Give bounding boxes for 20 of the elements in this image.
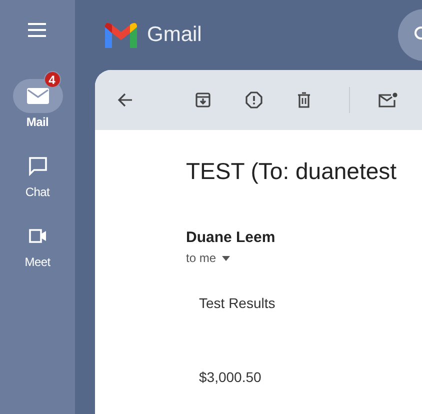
rail-label[interactable]: Chat bbox=[25, 185, 50, 199]
envelope-icon bbox=[26, 88, 48, 104]
caret-icon[interactable] bbox=[222, 256, 230, 260]
mark-unread-icon[interactable] bbox=[378, 92, 398, 108]
recipient-label: to me bbox=[186, 251, 216, 265]
sender-name: Duane Leem bbox=[186, 229, 276, 246]
rail-label[interactable]: Mail bbox=[26, 115, 49, 129]
email-subject: TEST (To: duanetest bbox=[186, 158, 398, 185]
report-icon[interactable] bbox=[245, 91, 263, 109]
video-camera-icon bbox=[28, 228, 48, 244]
trash-icon[interactable] bbox=[297, 92, 311, 108]
unread-count: 4 bbox=[44, 71, 60, 88]
archive-icon[interactable] bbox=[195, 92, 211, 108]
rail-label[interactable]: Meet bbox=[24, 255, 50, 269]
body-text: Test Results bbox=[199, 295, 276, 311]
body-text: $3,000.50 bbox=[199, 369, 262, 385]
gmail-logo-icon bbox=[103, 21, 139, 49]
app-name: Gmail bbox=[147, 23, 202, 47]
chat-bubble-icon bbox=[28, 156, 48, 176]
back-icon[interactable] bbox=[117, 92, 133, 108]
